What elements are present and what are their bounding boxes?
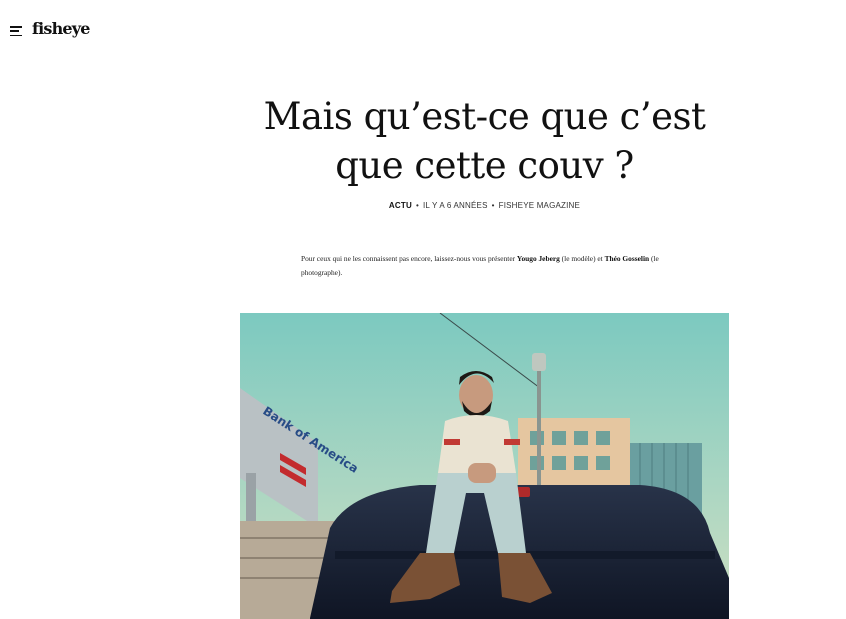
hamburger-menu-icon[interactable]	[10, 26, 22, 36]
site-logo[interactable]: fisheye	[32, 19, 90, 38]
article-intro: Pour ceux qui ne les connaissent pas enc…	[301, 252, 671, 279]
author-name: FISHEYE MAGAZINE	[498, 201, 581, 210]
top-bar: fisheye	[0, 0, 846, 60]
publish-date: IL Y A 6 ANNÉES	[422, 201, 488, 210]
intro-text: (le modèle) et	[559, 254, 605, 263]
photographer-name: Théo Gosselin	[604, 254, 650, 263]
hero-photo-illustration: Bank of America	[240, 313, 729, 619]
category-link[interactable]: ACTU	[389, 201, 412, 210]
model-name: Yougo Jeberg	[516, 254, 560, 263]
hero-photo: Bank of America	[240, 313, 729, 619]
intro-text: Pour ceux qui ne les connaissent pas enc…	[301, 254, 517, 263]
article-meta: ACTU • IL Y A 6 ANNÉES • FISHEYE MAGAZINE	[240, 201, 729, 210]
article-title: Mais qu’est-ce que c’est que cette couv …	[263, 95, 706, 187]
meta-separator: •	[491, 201, 495, 210]
meta-separator: •	[415, 201, 419, 210]
